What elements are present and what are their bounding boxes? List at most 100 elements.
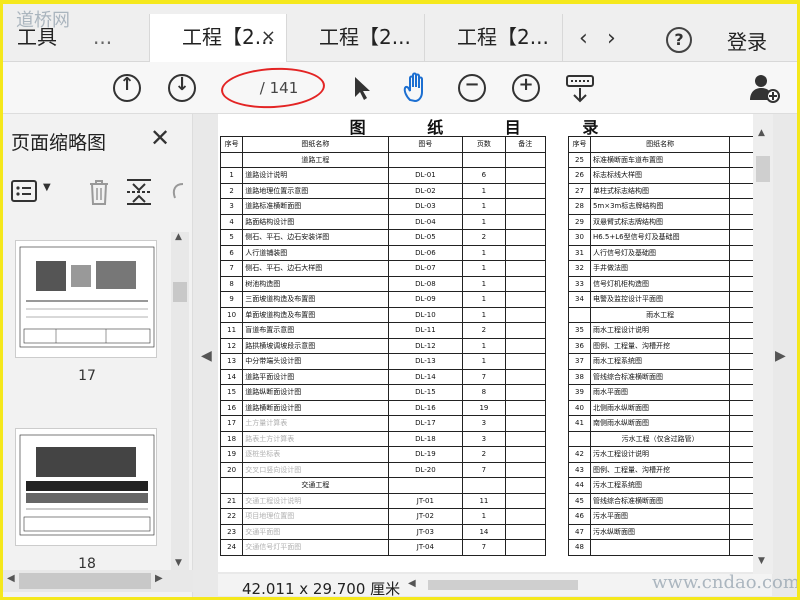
table-cell: JT-01 (387, 492, 464, 509)
extract-page-icon[interactable] (125, 178, 153, 206)
next-page-icon[interactable]: ↓ (168, 74, 196, 102)
scroll-thumb[interactable] (19, 573, 151, 589)
zoom-out-icon[interactable]: − (458, 74, 486, 102)
scroll-thumb[interactable] (428, 580, 578, 590)
tab-document-2[interactable]: 工程【2... (287, 14, 425, 62)
table-cell-blank (504, 198, 547, 215)
tab-label: 工程【2... (182, 25, 274, 49)
table-cell: DL-19 (387, 446, 464, 463)
close-sidebar-icon[interactable]: ✕ (150, 124, 170, 152)
table-row: 20 交叉口竖向设计图 DL-20 7 (219, 461, 547, 478)
close-tab-icon[interactable]: × (261, 14, 276, 60)
column-header: 备注 (504, 136, 547, 153)
login-button[interactable]: 登录 (727, 26, 767, 55)
table-cell-blank (504, 167, 547, 184)
table-cell: 41 (568, 415, 591, 432)
table-cell: 管线综合标准横断面图 (589, 368, 731, 385)
scroll-right-icon[interactable]: ▶ (155, 573, 163, 584)
table-cell-blank (504, 306, 547, 323)
chevron-right-icon[interactable]: › (607, 26, 616, 51)
table-cell (568, 306, 591, 323)
table-cell-blank (504, 415, 547, 432)
table-cell: H6.5+L6型信号灯及基础图 (589, 229, 731, 246)
page-thumbnail-18[interactable] (15, 428, 157, 546)
chevron-left-icon[interactable]: ‹ (579, 26, 588, 51)
thumbnail-list: 17 18 (3, 232, 171, 572)
tab-document-3[interactable]: 工程【2... (425, 14, 563, 62)
zoom-in-icon[interactable]: + (512, 74, 540, 102)
fit-page-icon[interactable] (565, 74, 595, 104)
help-icon[interactable]: ? (666, 27, 692, 53)
table-cell: 双悬臂式标志牌结构图 (589, 213, 731, 230)
table-cell: 单柱式标志结构图 (589, 182, 731, 199)
scroll-left-icon[interactable]: ◀ (408, 578, 416, 589)
table-cell: DL-08 (387, 275, 464, 292)
scroll-thumb[interactable] (756, 156, 770, 182)
table-row: 41 南侧雨水纵断面图 (568, 415, 758, 432)
scroll-left-icon[interactable]: ◀ (7, 573, 15, 584)
hand-tool-icon[interactable] (401, 72, 431, 104)
table-header-row: 序号 图纸名称 图号 页数 备注 (219, 136, 547, 153)
thumbnail-options-icon[interactable] (11, 180, 37, 202)
table-cell: 7 (219, 260, 244, 277)
rotate-page-icon[interactable] (169, 180, 187, 204)
table-row: 5 侧石、平石、边石安装详图 DL-05 2 (219, 229, 547, 246)
table-cell: 电警及监控设计平面图 (589, 291, 731, 308)
table-cell: 道路工程 (242, 151, 389, 168)
table-row: 14 道路平面设计图 DL-14 7 (219, 368, 547, 385)
table-row: 12 路拱横坡调坡段示意图 DL-12 1 (219, 337, 547, 354)
next-page-arrow-icon[interactable]: ▶ (775, 348, 786, 364)
table-row: 11 盲道布置示意图 DL-11 2 (219, 322, 547, 339)
previous-page-icon[interactable]: ↑ (113, 74, 141, 102)
scroll-up-icon[interactable]: ▲ (758, 128, 765, 138)
table-cell: 40 (568, 399, 591, 416)
previous-page-arrow-icon[interactable]: ◀ (201, 348, 212, 364)
table-row: 37 雨水工程系统图 (568, 353, 758, 370)
sidebar-scrollbar[interactable]: ▲ ▼ (171, 232, 189, 572)
table-cell: 7 (462, 368, 506, 385)
sidebar-title: 页面缩略图 (11, 132, 107, 154)
tab-active-document[interactable]: 工程【2... × (149, 14, 287, 62)
table-cell: 1 (219, 167, 244, 184)
scroll-down-icon[interactable]: ▼ (758, 556, 765, 566)
table-cell: 1 (462, 260, 506, 277)
document-vertical-scrollbar[interactable]: ▲ ▼ (753, 114, 773, 574)
table-cell: DL-02 (387, 182, 464, 199)
chevron-down-icon[interactable]: ▼ (43, 182, 51, 193)
table-cell-blank (504, 213, 547, 230)
page-thumbnail-17[interactable] (15, 240, 157, 358)
table-cell: DL-09 (387, 291, 464, 308)
table-cell (387, 151, 464, 168)
table-cell: 14 (462, 523, 506, 540)
table-cell: 项目地理位置图 (242, 508, 389, 525)
drawing-list-table-right: 序号 图纸名称 25 标准横断面车道布置图 26 标志标线大样图 27 单柱式标志结构图 2… (568, 136, 758, 556)
tab-partial[interactable]: ... (79, 14, 149, 62)
table-row: 2 道路地理位置示意图 DL-02 1 (219, 182, 547, 199)
table-cell: DL-10 (387, 306, 464, 323)
table-row: 45 管线综合标准横断面图 (568, 492, 758, 509)
table-cell: 北侧雨水纵断面图 (589, 399, 731, 416)
table-cell: 1 (462, 353, 506, 370)
document-viewport: ◀ 图 纸 目 录 序号 图纸名称 图号 页数 备注 道路工程 1 道路设计说明 DL… (193, 114, 797, 597)
scroll-thumb[interactable] (173, 282, 187, 302)
delete-page-icon[interactable] (87, 178, 111, 206)
thumbnail-sidebar: 页面缩略图 ✕ ▼ 17 18 ▲ ▼ (3, 114, 193, 597)
table-cell: 18 (219, 430, 244, 447)
table-cell: 31 (568, 244, 591, 261)
scroll-up-icon[interactable]: ▲ (175, 232, 182, 242)
add-user-icon[interactable] (749, 72, 781, 104)
table-row: 16 道路横断面设计图 DL-16 19 (219, 399, 547, 416)
table-cell-blank (504, 477, 547, 494)
table-row: 24 交通信号灯平面图 JT-04 7 (219, 539, 547, 556)
table-cell: 交通平面图 (242, 523, 389, 540)
select-cursor-icon[interactable] (352, 75, 372, 101)
column-header: 页数 (462, 136, 506, 153)
table-cell: 5m×3m标志牌结构图 (589, 198, 731, 215)
annotation-ellipse (220, 65, 326, 111)
table-cell-blank (504, 275, 547, 292)
table-section-row: 道路工程 (219, 151, 547, 168)
table-cell: JT-02 (387, 508, 464, 525)
sidebar-horizontal-scrollbar[interactable]: ◀ ▶ (3, 570, 193, 592)
scroll-down-icon[interactable]: ▼ (175, 558, 182, 568)
table-cell: 交通工程设计说明 (242, 492, 389, 509)
